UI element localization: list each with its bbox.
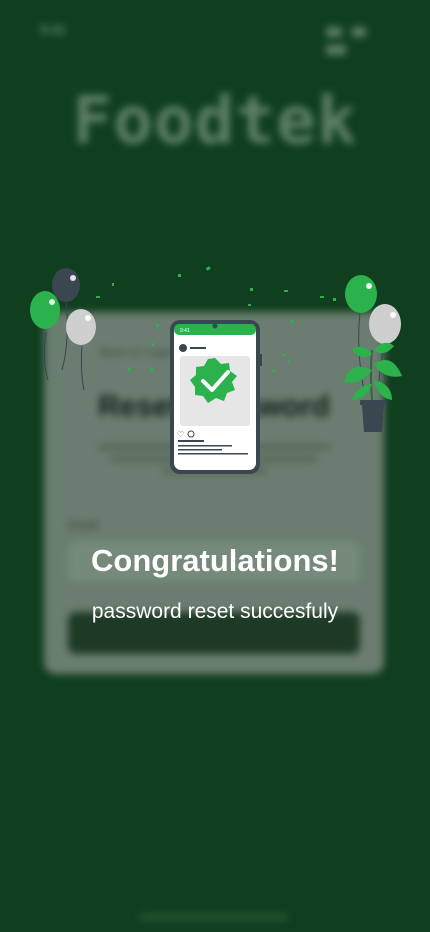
success-overlay: 9:41 ♡ Congratulations! password reset s… bbox=[0, 0, 430, 932]
phone-time: 9:41 bbox=[180, 328, 190, 334]
celebration-illustration: 9:41 ♡ bbox=[30, 266, 402, 474]
congratulations-title: Congratulations! bbox=[91, 543, 339, 578]
heart-icon: ♡ bbox=[177, 430, 184, 439]
phone-illustration: 9:41 ♡ bbox=[170, 320, 262, 474]
balloons-left bbox=[30, 268, 96, 391]
success-message: password reset succesfuly bbox=[91, 600, 339, 623]
potted-plant bbox=[344, 342, 402, 432]
